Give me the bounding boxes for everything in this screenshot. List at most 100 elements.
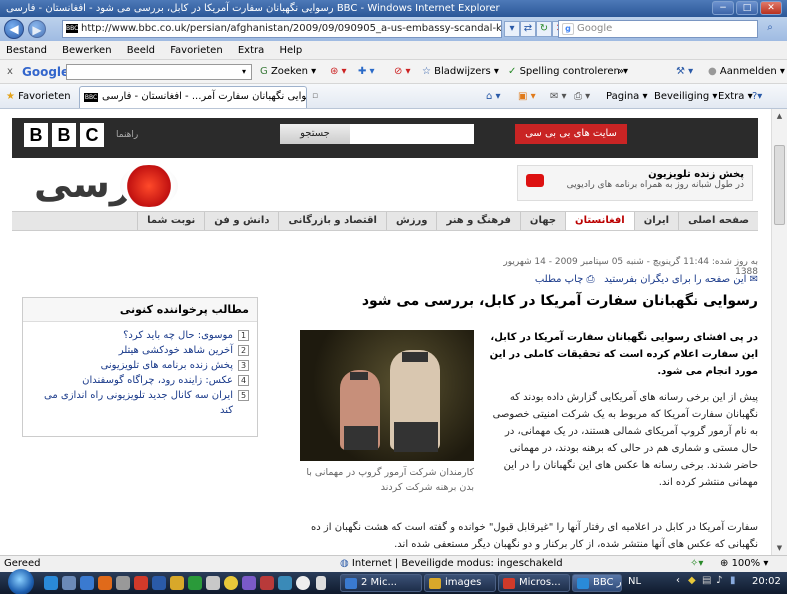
scrollbar-thumb[interactable] [774, 145, 785, 225]
google-dropdown-icon[interactable]: ▾ [242, 60, 246, 84]
desktop-quicklaunch-icon[interactable] [62, 576, 76, 590]
plus-icon[interactable]: ✚ ▾ [358, 60, 375, 84]
vertical-scrollbar[interactable]: ▲ ▼ [771, 109, 787, 555]
refresh-icon[interactable]: ↻ [536, 21, 552, 37]
live-tv-box[interactable]: پخش زنده تلویزیون در طول شبانه روز به هم… [517, 165, 753, 201]
beveiliging-menu[interactable]: Beveiliging ▾ [654, 84, 717, 109]
taskbar-button[interactable]: Micros... [498, 574, 570, 592]
address-bar[interactable]: BBC http://www.bbc.co.uk/persian/afghani… [62, 20, 502, 38]
back-button[interactable]: ◀ [4, 19, 24, 39]
nav-sport[interactable]: ورزش [385, 212, 437, 230]
menu-bestand[interactable]: Bestand [0, 41, 53, 60]
nav-your-turn[interactable]: نوبت شما [137, 212, 204, 230]
media-quicklaunch-icon[interactable] [242, 576, 256, 590]
list-item-link[interactable]: عکس: زاینده رود، چراگاه گوسفندان [82, 375, 233, 386]
start-button[interactable] [8, 569, 34, 594]
popup-blocker-icon[interactable]: ⊘ ▾ [394, 60, 411, 84]
list-item-link[interactable]: ایران سه کانال جدید تلویزیونی راه اندازی… [44, 390, 233, 416]
tray-icon[interactable]: ◆ [688, 575, 696, 586]
search-magnifier-icon[interactable]: ⌕ [762, 21, 778, 37]
menu-beeld[interactable]: Beeld [121, 41, 161, 60]
extra-menu[interactable]: Extra ▾ [718, 84, 753, 109]
print-link[interactable]: چاپ مطلب [535, 274, 584, 285]
list-item[interactable]: 4 عکس: زاینده رود، چراگاه گوسفندان [31, 373, 249, 388]
list-item[interactable]: 3 پخش زنده برنامه های تلویزیونی [31, 358, 249, 373]
more-tools-button[interactable]: » [618, 60, 624, 84]
share-icon[interactable]: ⊛ ▾ [330, 60, 347, 84]
language-indicator[interactable]: NL [628, 576, 641, 587]
help-icon[interactable]: ?▾ [752, 84, 762, 109]
list-item-link[interactable]: موسوی: حال چه باید کرد؟ [123, 330, 233, 341]
mail-icon[interactable]: ✉ ▾ [550, 84, 567, 109]
taskbar-button[interactable]: 2 Mic... [340, 574, 422, 592]
favorites-button[interactable]: ★ Favorieten [6, 84, 71, 109]
security-zone[interactable]: ◍ Internet | Beveiligde modus: ingeschak… [340, 556, 563, 572]
taskbar-button-active[interactable]: BBC فار... [572, 574, 622, 592]
scroll-up-icon[interactable]: ▲ [772, 109, 787, 123]
new-tab-icon[interactable]: ▫ [312, 84, 318, 109]
ie2-quicklaunch-icon[interactable] [80, 576, 94, 590]
spelling-button[interactable]: ✓ Spelling controleren ▾ [508, 60, 628, 84]
tray-expand-icon[interactable]: ‹ [676, 575, 680, 586]
nav-culture[interactable]: فرهنگ و هنر [436, 212, 519, 230]
minimize-button[interactable]: − [712, 1, 734, 15]
messenger-quicklaunch-icon[interactable] [224, 576, 238, 590]
app3-quicklaunch-icon[interactable] [278, 576, 292, 590]
forward-button[interactable]: ▶ [28, 20, 46, 38]
list-item[interactable]: 1 موسوی: حال چه باید کرد؟ [31, 328, 249, 343]
bbc-sites-button[interactable]: سایت های بی بی سی [515, 124, 627, 144]
expand-quicklaunch-icon[interactable] [316, 576, 326, 590]
scroll-down-icon[interactable]: ▼ [772, 541, 787, 555]
close-window-button[interactable]: ✕ [760, 1, 782, 15]
compatibility-icon[interactable]: ⇄ [520, 21, 536, 37]
ie-quicklaunch-icon[interactable] [44, 576, 58, 590]
google-search-input[interactable] [66, 64, 252, 80]
battery-icon[interactable]: ▮ [730, 575, 736, 586]
home-icon[interactable]: ⌂ ▾ [486, 84, 501, 109]
dropdown-icon[interactable]: ▾ [504, 21, 520, 37]
list-item-link[interactable]: آخرین شاهد خودکشی هیتلر [119, 345, 233, 356]
menu-bewerken[interactable]: Bewerken [56, 41, 117, 60]
maximize-button[interactable]: □ [736, 1, 758, 15]
list-item-link[interactable]: پخش زنده برنامه های تلویزیونی [101, 360, 233, 371]
menu-favorieten[interactable]: Favorieten [164, 41, 228, 60]
nav-world[interactable]: جهان [519, 212, 565, 230]
nav-home[interactable]: صفحه اصلی [678, 212, 758, 230]
app2-quicklaunch-icon[interactable] [260, 576, 274, 590]
app-quicklaunch-icon[interactable] [116, 576, 130, 590]
excel-quicklaunch-icon[interactable] [188, 576, 202, 590]
print-icon[interactable]: ⎙ ▾ [574, 84, 590, 109]
nav-science[interactable]: دانش و فن [204, 212, 278, 230]
bbc-search-button[interactable]: جستجو [280, 124, 350, 144]
tool-quicklaunch-icon[interactable] [206, 576, 220, 590]
pagina-menu[interactable]: Pagina ▾ [606, 84, 648, 109]
feeds-icon[interactable]: ▣ ▾ [518, 84, 536, 109]
list-item[interactable]: 5 ایران سه کانال جدید تلویزیونی راه انداز… [31, 388, 249, 418]
aanmelden-button[interactable]: ● Aanmelden ▾ [708, 60, 785, 84]
speaker-icon[interactable]: ♪ [716, 575, 722, 586]
help-link[interactable]: راهنما [116, 130, 138, 140]
browser-tab[interactable]: BBC رسوایی نگهبانان سفارت آمر... - افغان… [79, 86, 307, 108]
wrench-icon[interactable]: ⚒ ▾ [676, 60, 693, 84]
nav-afghanistan[interactable]: افغانستان [565, 212, 634, 230]
menu-extra[interactable]: Extra [232, 41, 270, 60]
folder-quicklaunch-icon[interactable] [170, 576, 184, 590]
powerpoint-quicklaunch-icon[interactable] [134, 576, 148, 590]
firefox-quicklaunch-icon[interactable] [98, 576, 112, 590]
bbc-search-input[interactable] [350, 124, 474, 144]
list-item[interactable]: 2 آخرین شاهد خودکشی هیتلر [31, 343, 249, 358]
zoom-level[interactable]: ⊕ 100% ▾ [720, 556, 768, 572]
nav-iran[interactable]: ایران [633, 212, 678, 230]
taskbar-button[interactable]: images [424, 574, 496, 592]
word-quicklaunch-icon[interactable] [152, 576, 166, 590]
google-toolbar-close[interactable]: x [7, 60, 13, 84]
bladwijzers-button[interactable]: ☆ Bladwijzers ▾ [422, 60, 499, 84]
email-link[interactable]: این صفحه را برای دیگران بفرستید [604, 274, 746, 285]
network-icon[interactable]: ▤ [702, 575, 711, 586]
zoeken-button[interactable]: G Zoeken ▾ [260, 60, 316, 84]
search-input[interactable]: g Google [558, 20, 758, 38]
clock[interactable]: 20:02 [752, 576, 781, 587]
security-icon[interactable]: ✧▾ [690, 556, 703, 572]
app4-quicklaunch-icon[interactable] [296, 576, 310, 590]
menu-help[interactable]: Help [273, 41, 308, 60]
